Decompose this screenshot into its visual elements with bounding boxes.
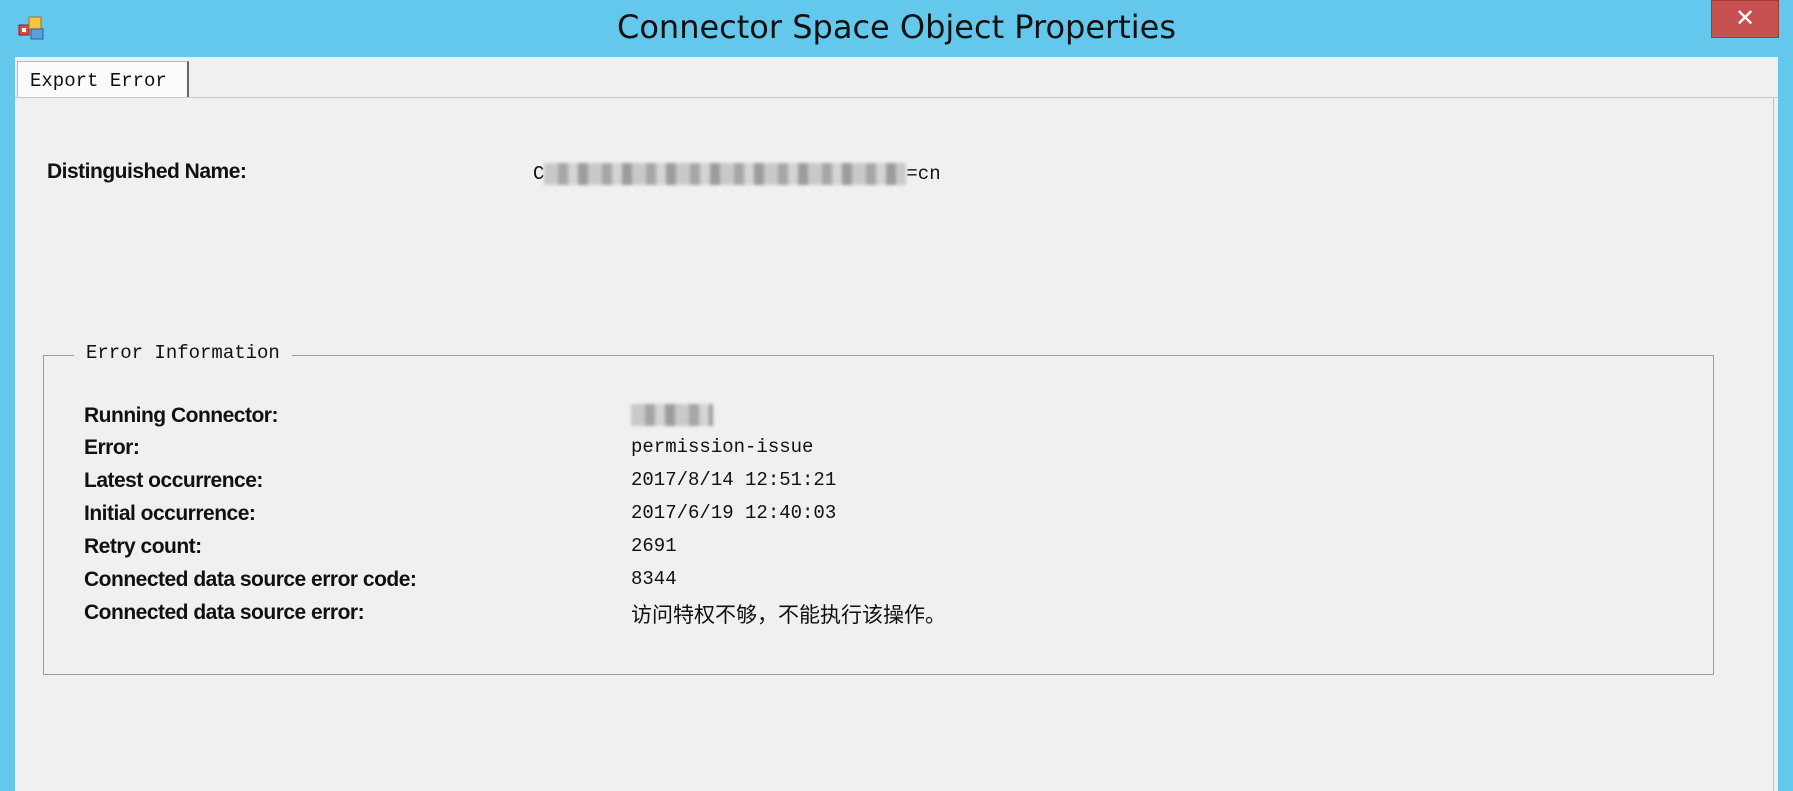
error-value: permission-issue (631, 436, 814, 458)
error-information-group: Error Information Running Connector: Err… (43, 342, 1714, 675)
redacted-block (544, 163, 907, 185)
running-connector-value (631, 404, 713, 432)
latest-occurrence-value: 2017/8/14 12:51:21 (631, 469, 837, 491)
latest-occurrence-label: Latest occurrence: (84, 469, 263, 492)
error-code-label: Connected data source error code: (84, 568, 417, 591)
tab-export-error[interactable]: Export Error (17, 61, 189, 97)
running-connector-label: Running Connector: (84, 404, 278, 427)
title-bar: Connector Space Object Properties ✕ (0, 0, 1793, 57)
panel-right-edge (1773, 97, 1774, 791)
error-code-value: 8344 (631, 568, 677, 590)
close-button[interactable]: ✕ (1711, 0, 1779, 38)
initial-occurrence-label: Initial occurrence: (84, 502, 256, 525)
initial-occurrence-value: 2017/6/19 12:40:03 (631, 502, 837, 524)
data-source-error-label: Connected data source error: (84, 601, 365, 624)
window-title: Connector Space Object Properties (616, 8, 1176, 46)
retry-count-label: Retry count: (84, 535, 202, 558)
dn-suffix: =cn (906, 163, 941, 185)
tab-label: Export Error (30, 70, 167, 92)
tab-panel-divider (15, 97, 1778, 98)
group-legend: Error Information (74, 342, 292, 364)
dialog-body: Export Error Distinguished Name: C =cn E… (15, 57, 1778, 791)
retry-count-value: 2691 (631, 535, 677, 557)
error-label: Error: (84, 436, 140, 459)
distinguished-name-label: Distinguished Name: (47, 160, 247, 183)
data-source-error-value: 访问特权不够，不能执行该操作。 (631, 603, 946, 627)
dn-prefix: C (533, 163, 545, 185)
redacted-block (631, 404, 713, 426)
distinguished-name-value: C =cn (533, 158, 941, 190)
